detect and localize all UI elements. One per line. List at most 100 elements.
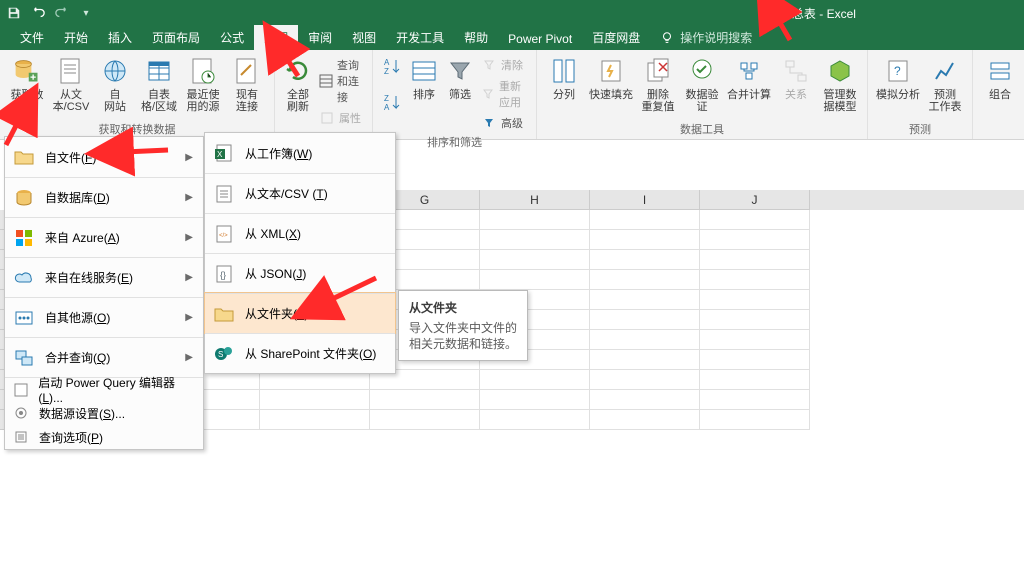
tab-file[interactable]: 文件 <box>10 25 54 50</box>
tab-dev[interactable]: 开发工具 <box>386 25 454 50</box>
cell[interactable] <box>590 370 700 390</box>
submenu-from-xml[interactable]: </> 从 XML(X) <box>205 213 395 253</box>
submenu-from-folder[interactable]: 从文件夹(F) <box>205 293 395 333</box>
tab-layout[interactable]: 页面布局 <box>142 25 210 50</box>
cell[interactable] <box>590 310 700 330</box>
data-validation-button[interactable]: 数据验 证 <box>681 54 723 115</box>
remove-duplicates-button[interactable]: 删除 重复值 <box>637 54 679 115</box>
cell[interactable] <box>260 410 370 430</box>
cell[interactable] <box>590 350 700 370</box>
submenu-from-csv[interactable]: 从文本/CSV (T) <box>205 173 395 213</box>
svg-text:</>: </> <box>219 233 228 239</box>
cell[interactable] <box>480 270 590 290</box>
menu-from-other[interactable]: 自其他源(O) ▶ <box>5 297 203 337</box>
tab-help[interactable]: 帮助 <box>454 25 498 50</box>
cell[interactable] <box>700 290 810 310</box>
cell[interactable] <box>700 270 810 290</box>
cell[interactable] <box>590 230 700 250</box>
cell[interactable] <box>700 230 810 250</box>
clear-filter-button[interactable]: 清除 <box>479 56 530 74</box>
cell[interactable] <box>590 330 700 350</box>
consolidate-button[interactable]: 合并计算 <box>725 54 773 103</box>
cell[interactable] <box>700 350 810 370</box>
tell-me[interactable]: 操作说明搜索 <box>650 25 762 50</box>
cell[interactable] <box>480 370 590 390</box>
queries-connections-button[interactable]: 查询和连接 <box>317 56 366 106</box>
cell[interactable] <box>480 250 590 270</box>
text-to-columns-button[interactable]: 分列 <box>543 54 585 103</box>
cell[interactable] <box>480 410 590 430</box>
menu-from-file[interactable]: 自文件(F) ▶ <box>5 137 203 177</box>
advanced-filter-button[interactable]: 高级 <box>479 114 530 132</box>
menu-datasource-settings[interactable]: 数据源设置(S)... <box>5 401 203 425</box>
menu-from-database[interactable]: 自数据库(D) ▶ <box>5 177 203 217</box>
reapply-button[interactable]: 重新应用 <box>479 77 530 111</box>
refresh-all-button[interactable]: 全部刷新 <box>281 54 315 115</box>
manage-model-button[interactable]: 管理数 据模型 <box>819 54 861 115</box>
cell[interactable] <box>700 310 810 330</box>
col-header[interactable]: J <box>700 190 810 210</box>
properties-button[interactable]: 属性 <box>317 109 366 127</box>
tab-review[interactable]: 审阅 <box>298 25 342 50</box>
cell[interactable] <box>700 210 810 230</box>
save-icon[interactable] <box>6 5 22 21</box>
cell[interactable] <box>700 250 810 270</box>
cell[interactable] <box>480 210 590 230</box>
tab-home[interactable]: 开始 <box>54 25 98 50</box>
cell[interactable] <box>700 410 810 430</box>
cell[interactable] <box>700 370 810 390</box>
undo-icon[interactable] <box>30 5 46 21</box>
table-icon <box>144 56 174 86</box>
from-csv-button[interactable]: 从文 本/CSV <box>50 54 92 115</box>
tab-powerpivot[interactable]: Power Pivot <box>498 28 582 50</box>
menu-query-options[interactable]: 查询选项(P) <box>5 425 203 449</box>
cell[interactable] <box>370 390 480 410</box>
submenu-from-sharepoint[interactable]: S 从 SharePoint 文件夹(O) <box>205 333 395 373</box>
cell[interactable] <box>260 390 370 410</box>
app-name: Excel <box>827 7 856 21</box>
menu-combine-queries[interactable]: 合并查询(Q) ▶ <box>5 337 203 377</box>
submenu-from-json[interactable]: {} 从 JSON(J) <box>205 253 395 293</box>
submenu-from-workbook[interactable]: X 从工作簿(W) <box>205 133 395 173</box>
cell[interactable] <box>590 270 700 290</box>
cell[interactable] <box>370 410 480 430</box>
cell[interactable] <box>590 210 700 230</box>
cell[interactable] <box>590 410 700 430</box>
sort-button[interactable]: 排序 <box>407 54 441 103</box>
redo-icon[interactable] <box>54 5 70 21</box>
from-table-button[interactable]: 自表 格/区域 <box>138 54 180 115</box>
cell[interactable] <box>590 290 700 310</box>
what-if-button[interactable]: ?模拟分析 <box>874 54 922 103</box>
cell[interactable] <box>590 390 700 410</box>
relationships-button[interactable]: 关系 <box>775 54 817 103</box>
svg-text:?: ? <box>894 64 901 78</box>
flash-fill-button[interactable]: 快速填充 <box>587 54 635 103</box>
sort-desc-button[interactable]: ZA <box>379 90 405 124</box>
tab-formula[interactable]: 公式 <box>210 25 254 50</box>
menu-pq-editor[interactable]: 启动 Power Query 编辑器(L)... <box>5 377 203 401</box>
recent-sources-button[interactable]: 最近使 用的源 <box>182 54 224 115</box>
menu-from-online[interactable]: 来自在线服务(E) ▶ <box>5 257 203 297</box>
col-header[interactable]: H <box>480 190 590 210</box>
col-header[interactable]: I <box>590 190 700 210</box>
filter-button[interactable]: 筛选 <box>443 54 477 103</box>
qat-customize-icon[interactable]: ▾ <box>78 5 94 21</box>
group-button[interactable]: 组合 <box>979 54 1021 103</box>
get-data-button[interactable]: 获取数 据 <box>6 54 48 115</box>
cell[interactable] <box>480 390 590 410</box>
menu-from-azure[interactable]: 来自 Azure(A) ▶ <box>5 217 203 257</box>
existing-conn-button[interactable]: 现有 连接 <box>226 54 268 115</box>
tab-baidu[interactable]: 百度网盘 <box>582 25 650 50</box>
tab-data[interactable]: 数据 <box>254 25 298 50</box>
from-web-button[interactable]: 自 网站 <box>94 54 136 115</box>
sort-asc-button[interactable]: AZ <box>379 54 405 88</box>
cell[interactable] <box>700 390 810 410</box>
cell[interactable] <box>590 250 700 270</box>
cell[interactable] <box>480 230 590 250</box>
forecast-sheet-button[interactable]: 预测 工作表 <box>924 54 966 115</box>
tab-insert[interactable]: 插入 <box>98 25 142 50</box>
tab-view[interactable]: 视图 <box>342 25 386 50</box>
cell[interactable] <box>700 330 810 350</box>
combine-icon <box>13 347 35 369</box>
text-file-icon <box>213 183 235 205</box>
